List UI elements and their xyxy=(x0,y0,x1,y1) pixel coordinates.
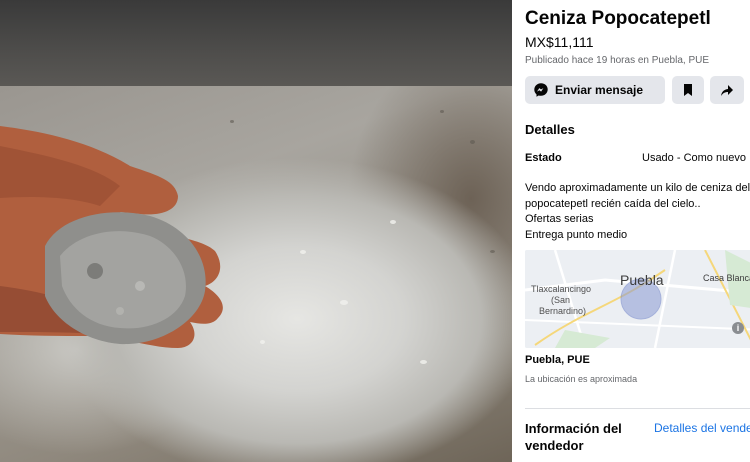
listing-posted-time: Publicado hace 19 horas en Puebla, PUE xyxy=(525,55,710,66)
send-message-button[interactable]: Enviar mensaje xyxy=(525,76,665,104)
listing-photo[interactable] xyxy=(0,0,512,462)
bookmark-icon xyxy=(684,84,692,96)
listing-description: Vendo aproximadamente un kilo de ceniza … xyxy=(525,181,750,243)
map-place-label: Casa Blanca xyxy=(703,273,750,283)
map-place-label: (San xyxy=(551,295,571,305)
listing-details-panel: Ceniza Popocatepetl MX$11,111 Publicado … xyxy=(512,0,750,462)
condition-label: Estado xyxy=(525,152,562,164)
seller-details-link[interactable]: Detalles del vendedor xyxy=(654,421,750,435)
send-message-label: Enviar mensaje xyxy=(555,83,644,97)
listing-price: MX$11,111 xyxy=(525,34,594,50)
map-place-label: Tlaxcalancingo xyxy=(531,284,592,294)
condition-value: Usado - Como nuevo xyxy=(642,152,746,164)
messenger-icon xyxy=(534,83,548,97)
description-line: Ofertas serias xyxy=(525,213,594,225)
description-line: Vendo aproximadamente un kilo de ceniza … xyxy=(525,182,750,194)
map-city-label: Puebla xyxy=(620,272,664,288)
location-note: La ubicación es aproximada xyxy=(525,374,638,384)
listing-title: Ceniza Popocatepetl xyxy=(525,8,711,29)
map-place-label: Bernardino) xyxy=(539,306,587,316)
location-map[interactable]: Puebla Casa Blanca Tlaxcalancingo (San B… xyxy=(525,250,750,348)
seller-info-heading: Información del vendedor xyxy=(525,421,622,453)
section-divider xyxy=(525,408,750,409)
map-info-icon[interactable]: i xyxy=(732,322,744,334)
description-line: popocatepetl recién caída del cielo.. xyxy=(525,197,701,210)
photo-sky-strip xyxy=(0,0,512,86)
share-icon xyxy=(721,84,733,96)
location-name: Puebla, PUE xyxy=(525,354,590,366)
save-button[interactable] xyxy=(672,76,704,104)
hand-holding-ash xyxy=(0,126,223,348)
share-button[interactable] xyxy=(710,76,744,104)
details-heading: Detalles xyxy=(525,122,575,137)
description-line: Entrega punto medio xyxy=(525,228,628,241)
